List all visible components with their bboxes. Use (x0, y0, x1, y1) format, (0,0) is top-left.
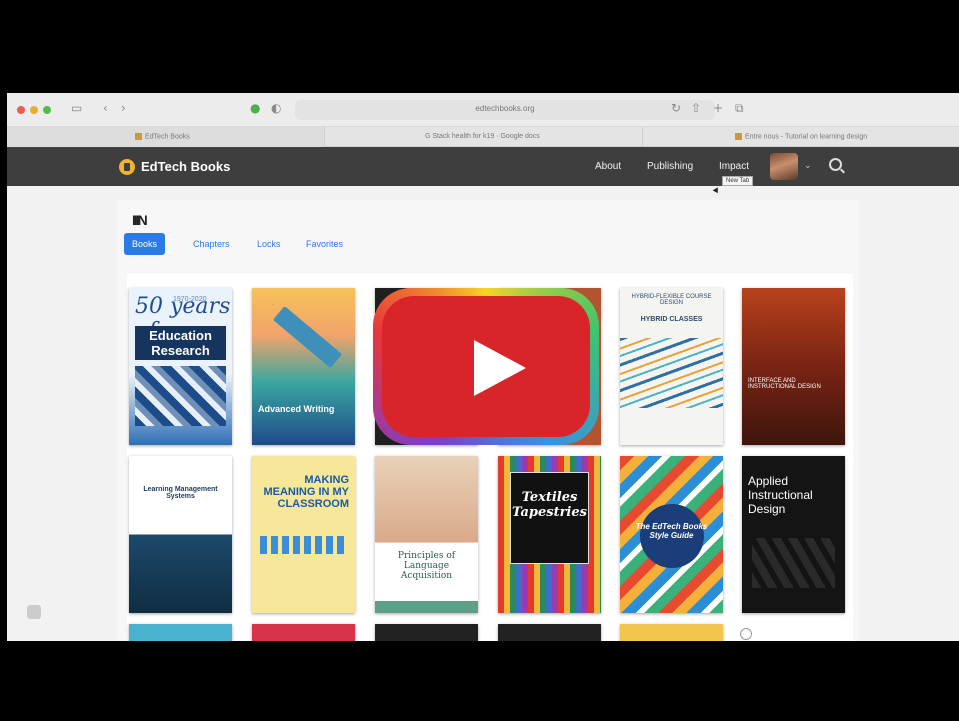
play-button[interactable] (373, 288, 599, 445)
book-card[interactable]: 50 years of 1970-2020 Education Research (129, 288, 232, 445)
book-art (375, 601, 478, 613)
book-title: Learning Management Systems (143, 486, 218, 500)
back-icon[interactable]: ‹ (103, 101, 108, 115)
new-tab-icon[interactable]: + (713, 101, 723, 115)
tab-label: Entre nous - Tutorial on learning design (745, 133, 868, 141)
book-title: Education Research (135, 326, 226, 360)
book-title: The EdTech Books Style Guide (635, 522, 708, 540)
tab-label: EdTech Books (145, 133, 190, 141)
bookshelf-icon: IIIN (132, 212, 148, 228)
book-art (620, 338, 723, 408)
sidebar-toggle-icon[interactable] (27, 605, 41, 619)
maximize-window-icon[interactable] (43, 106, 51, 114)
nav-about[interactable]: About (595, 161, 621, 172)
mouse-cursor-icon (712, 187, 721, 195)
tabs-overview-icon[interactable]: ⧉ (735, 101, 744, 116)
book-title: HYBRID CLASSES (640, 316, 703, 323)
tab-chapters[interactable]: Chapters (193, 233, 230, 255)
close-window-icon[interactable] (17, 106, 25, 114)
book-card[interactable]: Advanced Writing (252, 288, 355, 445)
tab-edtech-books[interactable]: EdTech Books (7, 127, 325, 147)
tab-favicon-icon (135, 133, 142, 140)
book-top-text: 1970-2020 (173, 296, 207, 303)
forward-icon[interactable]: › (121, 101, 126, 115)
nav-publishing[interactable]: Publishing (647, 161, 693, 172)
reload-icon[interactable]: ↻ (671, 101, 681, 115)
extension-icon[interactable]: ● (250, 101, 260, 115)
book-card[interactable]: MAKING MEANING IN MY CLASSROOM (252, 456, 355, 613)
url-text: edtechbooks.org (475, 104, 535, 113)
pencil-icon (272, 306, 343, 368)
tab-label: G Stack health for k19 · Google docs (425, 133, 540, 140)
site-logo-text[interactable]: EdTech Books (141, 159, 230, 174)
book-card[interactable]: Applied Instructional Design (742, 456, 845, 613)
book-card[interactable]: INTERFACE AND INSTRUCTIONAL DESIGN (742, 288, 845, 445)
book-card[interactable]: HYBRID-FLEXIBLE COURSE DESIGN HYBRID CLA… (620, 288, 723, 445)
book-top-text: HYBRID-FLEXIBLE COURSE DESIGN (631, 294, 712, 306)
book-card[interactable] (375, 624, 478, 641)
book-card[interactable]: Principles of Language Acquisition (375, 456, 478, 613)
video-frame: ▭ ‹ › ● ◐ edtechbooks.org ↻ ⇧ + ⧉ EdTech… (0, 0, 959, 721)
book-card[interactable]: Learning Management Systems (129, 456, 232, 613)
search-icon[interactable] (829, 158, 842, 171)
book-card[interactable] (620, 624, 723, 641)
book-title: Applied Instructional Design (748, 474, 813, 516)
tab-books[interactable]: Books (124, 233, 166, 255)
nav-impact[interactable]: Impact (719, 161, 749, 172)
tab-favorites[interactable]: Favorites (306, 233, 343, 255)
address-bar[interactable]: edtechbooks.org (295, 100, 715, 120)
tab-google-doc[interactable]: G Stack health for k19 · Google docs (325, 127, 643, 147)
sidebar-icon[interactable]: ▭ (71, 101, 82, 115)
tab-favicon-icon (735, 133, 742, 140)
book-card[interactable] (498, 624, 601, 641)
tab-locks[interactable]: Locks (257, 233, 281, 255)
play-icon (474, 340, 526, 396)
book-art (135, 366, 226, 426)
clock-icon[interactable] (740, 628, 752, 640)
book-art (752, 538, 835, 588)
user-avatar[interactable] (770, 153, 798, 180)
book-title: INTERFACE AND INSTRUCTIONAL DESIGN (748, 378, 821, 390)
tab-tutorial[interactable]: Entre nous - Tutorial on learning design (643, 127, 959, 147)
share-icon[interactable]: ⇧ (691, 101, 701, 115)
browser-toolbar: ▭ ‹ › ● ◐ edtechbooks.org ↻ ⇧ + ⧉ (7, 93, 959, 127)
book-title: Textiles Tapestries (512, 490, 587, 520)
book-card[interactable]: The EdTech Books Style Guide (620, 456, 723, 613)
book-card[interactable] (252, 624, 355, 641)
minimize-window-icon[interactable] (30, 106, 38, 114)
book-art (260, 536, 347, 554)
chevron-down-icon[interactable]: ⌄ (804, 160, 812, 171)
tooltip: New Tab (722, 176, 754, 186)
tab-strip: EdTech Books G Stack health for k19 · Go… (7, 127, 959, 147)
book-title: MAKING MEANING IN MY CLASSROOM (263, 474, 349, 510)
site-header: EdTech Books About Publishing Impact ⌄ (7, 147, 959, 186)
edtech-logo-icon[interactable] (119, 159, 135, 175)
book-card[interactable] (129, 624, 232, 641)
play-button-face (382, 296, 590, 437)
book-card[interactable]: Textiles Tapestries (498, 456, 601, 613)
book-title: Principles of Language Acquisition (397, 551, 456, 581)
shield-icon[interactable]: ◐ (271, 101, 281, 115)
book-title: Advanced Writing (258, 404, 335, 414)
